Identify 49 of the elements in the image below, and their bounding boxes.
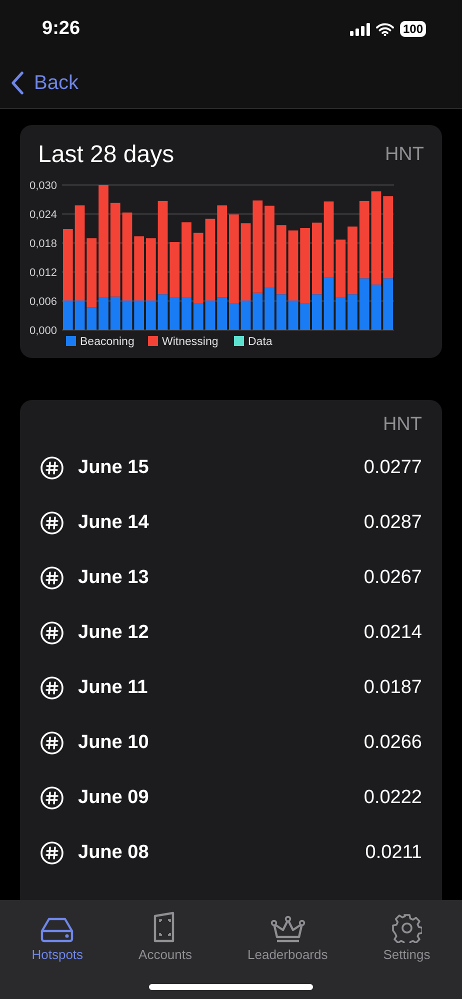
hash-icon [40, 620, 64, 644]
settings-icon [392, 913, 422, 943]
amount-value: 0.0267 [364, 566, 422, 588]
back-button[interactable]: Back [10, 71, 78, 95]
hash-icon [40, 456, 64, 480]
hash-icon [40, 510, 64, 534]
crown-icon [270, 915, 306, 943]
unit-label: HNT [384, 144, 424, 166]
y-tick-label: 0,030 [29, 180, 57, 192]
date-label: June 13 [78, 566, 150, 588]
amount-value: 0.0187 [364, 676, 422, 698]
battery-level: 100 [400, 21, 426, 37]
amount-value: 0.0211 [365, 842, 422, 864]
chevron-left-icon [10, 71, 24, 95]
amount-value: 0.0277 [364, 456, 422, 478]
hash-icon [40, 676, 64, 700]
date-label: June 09 [78, 786, 150, 808]
hash-icon [40, 786, 64, 810]
y-tick-label: 0,024 [29, 209, 57, 221]
date-label: June 14 [78, 512, 150, 534]
legend-label: Data [248, 336, 272, 348]
unit-label: HNT [382, 414, 422, 436]
hash-icon [40, 730, 64, 754]
hash-icon [40, 840, 64, 864]
hash-icon [40, 566, 64, 590]
wifi-icon [376, 22, 394, 36]
drive-icon [40, 917, 74, 943]
date-label: June 11 [78, 676, 149, 698]
tab[interactable]: Leaderboards [242, 906, 334, 962]
date-label: June 08 [78, 842, 150, 864]
amount-value: 0.0214 [364, 622, 422, 644]
signal-icon [350, 22, 370, 36]
date-label: June 12 [78, 622, 150, 644]
status-time: 9:26 [42, 18, 80, 40]
tab[interactable]: Settings [377, 906, 436, 962]
chart-title: Last 28 days [38, 141, 174, 169]
amount-value: 0.0287 [364, 512, 422, 534]
legend-label: Beaconing [80, 336, 134, 348]
date-label: June 10 [78, 732, 150, 754]
date-label: June 15 [78, 456, 150, 478]
legend-label: Witnessing [162, 336, 218, 348]
amount-value: 0.0222 [364, 786, 422, 808]
y-tick-label: 0,006 [29, 296, 57, 308]
tab[interactable]: Hotspots [26, 906, 90, 962]
y-tick-label: 0,000 [29, 325, 57, 337]
tab[interactable]: Accounts [132, 906, 198, 962]
amount-value: 0.0266 [364, 732, 422, 754]
y-tick-label: 0,018 [29, 238, 57, 250]
y-tick-label: 0,012 [29, 267, 57, 279]
